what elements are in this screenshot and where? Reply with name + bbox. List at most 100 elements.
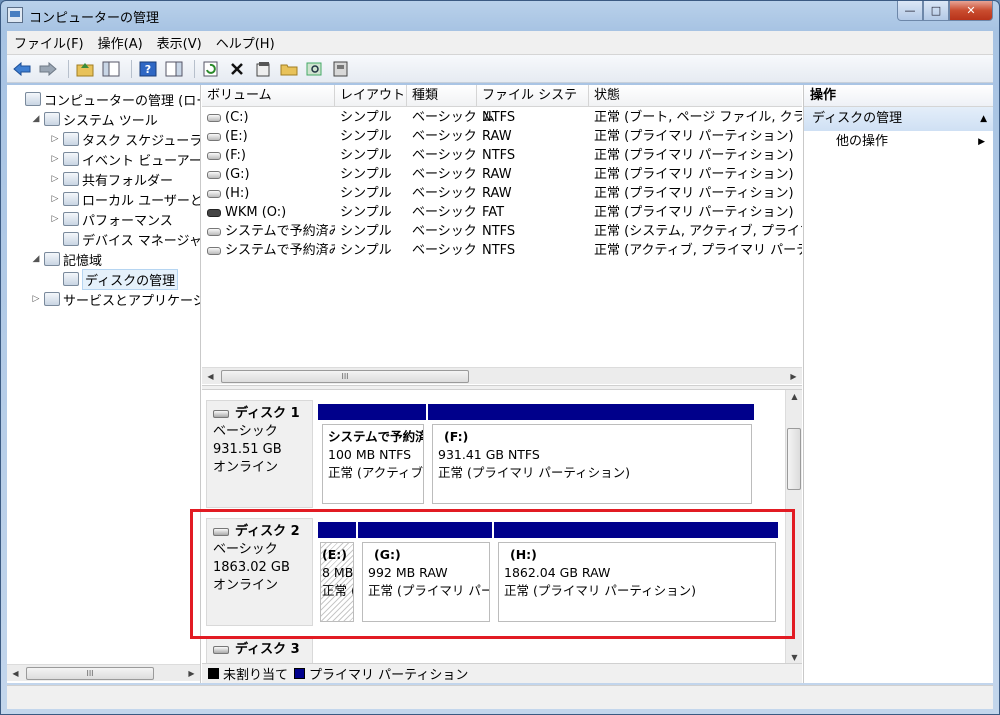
tree-storage[interactable]: ◢ 記憶域: [30, 249, 102, 269]
tree-node-icon: [63, 132, 79, 146]
volume-cell-text: 正常 (プライマリ パーティション): [594, 129, 794, 144]
up-folder-icon[interactable]: [74, 58, 96, 80]
drive-icon: [207, 246, 221, 255]
actions-more-actions[interactable]: 他の操作 ▶: [804, 131, 993, 153]
show-hide-action-icon[interactable]: [163, 58, 185, 80]
partition-f[interactable]: (F:) 931.41 GB NTFS 正常 (プライマリ パーティション): [428, 404, 754, 508]
delete-icon[interactable]: [226, 58, 248, 80]
partition-bar: [318, 404, 426, 420]
volume-cell-type: ベーシック: [407, 165, 477, 184]
legend-unallocated-label: 未割り当て: [223, 668, 289, 683]
volume-cell-text: 正常 (プライマリ パーティション): [594, 205, 794, 220]
volume-cell-text: ベーシック: [412, 110, 477, 125]
volume-row[interactable]: システムで予約済み シンプル ベーシック NTFS 正常 (アクティブ, プライマリ パ…: [202, 241, 802, 260]
expand-arrow-icon[interactable]: ▷: [49, 174, 61, 184]
tree-disk-management[interactable]: ディスクの管理: [49, 268, 179, 290]
tree-item-label: デバイス マネージャー: [82, 233, 201, 249]
title-bar[interactable]: コンピューターの管理 — □ ✕: [1, 1, 999, 31]
tree-shared-folders[interactable]: ▷ 共有フォルダー: [49, 169, 173, 189]
toolbar: ?: [7, 55, 993, 83]
tree-item-label: システム ツール: [63, 113, 158, 129]
expand-arrow-icon[interactable]: ▷: [49, 194, 61, 204]
scroll-thumb[interactable]: III: [26, 666, 154, 680]
tree-item-label: 記憶域: [63, 253, 103, 269]
volume-cell-layout: シンプル: [335, 108, 407, 127]
scroll-right-arrow-icon[interactable]: ▶: [785, 372, 802, 381]
expand-arrow-icon[interactable]: ▷: [49, 154, 61, 164]
menu-help[interactable]: ヘルプ(H): [209, 33, 282, 52]
column-type[interactable]: 種類: [407, 85, 477, 107]
expand-arrow-icon[interactable]: ▷: [30, 294, 42, 304]
maximize-button[interactable]: □: [923, 1, 949, 21]
volume-cell-layout: シンプル: [335, 146, 407, 165]
disk-1-info[interactable]: ディスク 1 ベーシック 931.51 GB オンライン: [206, 400, 313, 508]
volume-row[interactable]: WKM (O:) シンプル ベーシック FAT 正常 (プライマリ パーティション): [202, 203, 802, 222]
partition-system-reserved[interactable]: システムで予約済 100 MB NTFS 正常 (アクティブ, プライマリ パー…: [318, 404, 426, 508]
volume-cell-text: 正常 (プライマリ パーティション): [594, 186, 794, 201]
close-button[interactable]: ✕: [949, 1, 993, 21]
column-volume[interactable]: ボリューム: [202, 85, 335, 107]
scroll-down-arrow-icon[interactable]: ▼: [786, 653, 802, 662]
refresh-icon[interactable]: [200, 58, 222, 80]
expand-arrow-icon[interactable]: ▷: [49, 214, 61, 224]
drive-icon: [207, 227, 221, 236]
actions-section-disk-management[interactable]: ディスクの管理 ▲: [804, 107, 993, 131]
scroll-left-arrow-icon[interactable]: ◀: [202, 372, 219, 381]
menu-view[interactable]: 表示(V): [150, 33, 209, 52]
tree-event-viewer[interactable]: ▷ イベント ビューアー: [49, 149, 200, 169]
volume-cell-text: 正常 (プライマリ パーティション): [594, 167, 794, 182]
tree-root-computer-management[interactable]: コンピューターの管理 (ローカル): [11, 89, 200, 109]
show-hide-tree-icon[interactable]: [100, 58, 122, 80]
collapse-up-icon[interactable]: ▲: [980, 107, 987, 131]
legend-primary-label: プライマリ パーティション: [309, 668, 469, 683]
volume-row[interactable]: (G:) シンプル ベーシック RAW 正常 (プライマリ パーティション): [202, 165, 802, 184]
volume-row[interactable]: (H:) シンプル ベーシック RAW 正常 (プライマリ パーティション): [202, 184, 802, 203]
tree-item-label: 共有フォルダー: [82, 173, 174, 189]
disk-3-info[interactable]: ディスク 3: [206, 636, 313, 666]
tree-local-users-groups[interactable]: ▷ ローカル ユーザーとグループ: [49, 189, 200, 209]
volume-cell-text: シンプル: [340, 243, 392, 258]
volume-row[interactable]: (F:) シンプル ベーシック NTFS 正常 (プライマリ パーティション): [202, 146, 802, 165]
search-icon[interactable]: [304, 58, 326, 80]
column-layout[interactable]: レイアウト: [335, 85, 407, 107]
expand-arrow-icon[interactable]: ◢: [30, 254, 42, 264]
tree-performance[interactable]: ▷ パフォーマンス: [49, 209, 173, 229]
drive-icon: [207, 151, 221, 160]
tree-device-manager[interactable]: デバイス マネージャー: [49, 229, 201, 249]
scroll-left-arrow-icon[interactable]: ◀: [7, 669, 24, 678]
volume-list: ボリューム レイアウト 種類 ファイル システム 状態 (C:) シンプル ベーシッ…: [202, 85, 802, 385]
volume-cell-volume: WKM (O:): [202, 203, 335, 222]
volume-cell-volume: (H:): [202, 184, 335, 203]
expand-arrow-icon[interactable]: ◢: [30, 114, 42, 124]
menu-action[interactable]: 操作(A): [91, 33, 150, 52]
column-filesystem[interactable]: ファイル システム: [477, 85, 589, 125]
volume-list-horizontal-scrollbar[interactable]: ◀ III ▶: [202, 367, 802, 384]
volume-row[interactable]: (C:) シンプル ベーシック NTFS 正常 (ブート, ページ ファイル, クラッシ…: [202, 108, 802, 127]
legend-unallocated-swatch: [208, 668, 219, 679]
scroll-right-arrow-icon[interactable]: ▶: [183, 669, 200, 678]
volume-cell-type: ベーシック: [407, 108, 477, 127]
menu-file[interactable]: ファイル(F): [7, 33, 91, 52]
tree-services-applications[interactable]: ▷ サービスとアプリケーション: [30, 289, 200, 309]
disk-settings-icon[interactable]: [330, 58, 352, 80]
minimize-button[interactable]: —: [897, 1, 923, 21]
volume-row[interactable]: (E:) シンプル ベーシック RAW 正常 (プライマリ パーティション): [202, 127, 802, 146]
drive-icon: [207, 132, 221, 141]
open-icon[interactable]: [278, 58, 300, 80]
back-arrow-icon[interactable]: [11, 58, 33, 80]
volume-row[interactable]: システムで予約済み シンプル ベーシック NTFS 正常 (システム, アクティブ, プ…: [202, 222, 802, 241]
properties-icon[interactable]: [252, 58, 274, 80]
tree-horizontal-scrollbar[interactable]: ◀ III ▶: [7, 664, 200, 681]
volume-cell-text: シンプル: [340, 167, 392, 182]
forward-arrow-icon[interactable]: [37, 58, 59, 80]
tree-system-tools[interactable]: ◢ システム ツール: [30, 109, 158, 129]
tree-task-scheduler[interactable]: ▷ タスク スケジューラ: [49, 129, 200, 149]
scroll-thumb[interactable]: III: [221, 369, 469, 383]
partition-status: 正常 (アクティブ, プライマリ パーティション): [328, 465, 424, 480]
scroll-thumb[interactable]: [787, 428, 801, 490]
expand-arrow-icon[interactable]: ▷: [49, 134, 61, 144]
scroll-up-arrow-icon[interactable]: ▲: [786, 392, 802, 401]
tree-node-icon: [63, 232, 79, 246]
column-status[interactable]: 状態: [589, 85, 802, 107]
help-icon[interactable]: ?: [137, 58, 159, 80]
